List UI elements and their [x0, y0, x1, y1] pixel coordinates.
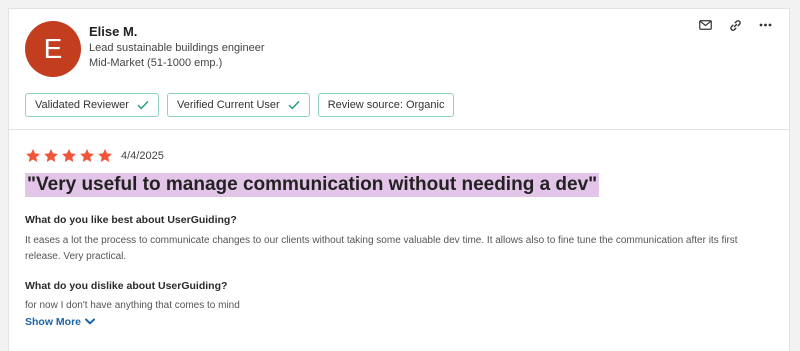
- star-icon: [62, 149, 76, 162]
- question-dislike: What do you dislike about UserGuiding?: [25, 280, 228, 292]
- show-more-link[interactable]: Show More: [25, 316, 96, 328]
- badge-label: Review source: Organic: [327, 99, 445, 111]
- badge-validated-reviewer: Validated Reviewer: [25, 93, 159, 117]
- star-icon: [26, 149, 40, 162]
- review-headline: "Very useful to manage communication wit…: [25, 173, 600, 197]
- reviewer-name: Elise M.: [89, 24, 138, 39]
- mail-icon[interactable]: [697, 17, 713, 33]
- reviewer-header: E Elise M. Lead sustainable buildings en…: [9, 9, 789, 130]
- star-icon: [80, 149, 94, 162]
- reviewer-title: Lead sustainable buildings engineer: [89, 42, 265, 54]
- question-like-best: What do you like best about UserGuiding?: [25, 214, 237, 226]
- chevron-down-icon: [85, 316, 96, 328]
- star-icon: [44, 149, 58, 162]
- badge-row: Validated Reviewer Verified Current User…: [25, 93, 455, 117]
- review-actions: [697, 17, 773, 33]
- avatar: E: [25, 21, 81, 77]
- answer-like-best: It eases a lot the process to communicat…: [25, 235, 738, 262]
- review-date: 4/4/2025: [121, 150, 164, 162]
- star-icon: [98, 149, 112, 162]
- reviewer-segment: Mid-Market (51-1000 emp.): [89, 57, 223, 69]
- badge-review-source: Review source: Organic: [317, 93, 455, 117]
- show-more-label: Show More: [25, 316, 82, 328]
- check-icon: [137, 100, 149, 110]
- badge-label: Verified Current User: [176, 99, 280, 111]
- star-rating: [25, 148, 113, 164]
- badge-verified-current-user: Verified Current User: [166, 93, 310, 117]
- answer-dislike: for now I don't have anything that comes…: [25, 300, 240, 311]
- badge-label: Validated Reviewer: [35, 99, 129, 111]
- rating-row: 4/4/2025: [25, 148, 164, 164]
- check-icon: [288, 100, 300, 110]
- more-icon[interactable]: [757, 17, 773, 33]
- review-card: E Elise M. Lead sustainable buildings en…: [8, 8, 790, 351]
- link-icon[interactable]: [727, 17, 743, 33]
